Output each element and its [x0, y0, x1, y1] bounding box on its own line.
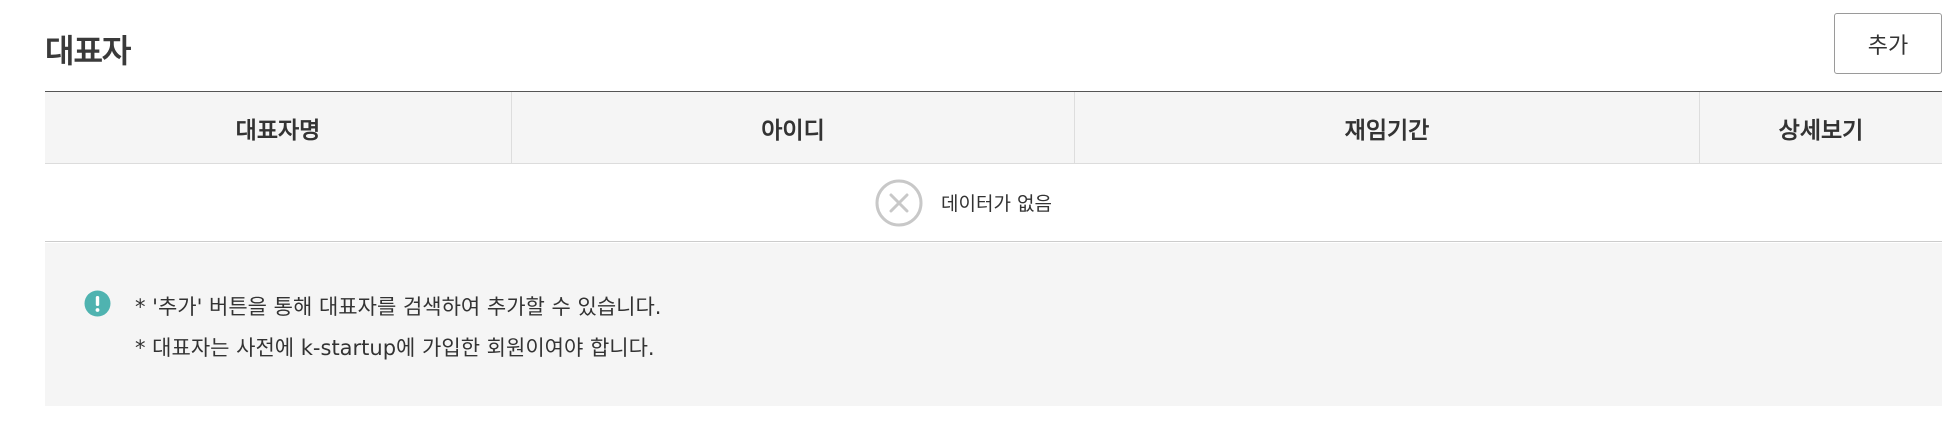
representative-section: 대표자 추가 대표자명 아이디 재임기간 상세보기 데이터가 없음 * '추가'… [0, 0, 1950, 432]
notice-line: * '추가' 버튼을 통해 대표자를 검색하여 추가할 수 있습니다. [135, 295, 662, 319]
notice-lines: * '추가' 버튼을 통해 대표자를 검색하여 추가할 수 있습니다. * 대표… [135, 287, 661, 369]
representative-table: 대표자명 아이디 재임기간 상세보기 데이터가 없음 [45, 91, 1942, 242]
table-header: 대표자명 아이디 재임기간 상세보기 [45, 91, 1942, 164]
empty-row: 데이터가 없음 [45, 164, 1942, 242]
column-header-name: 대표자명 [45, 92, 512, 163]
exclamation-circle-icon [84, 290, 111, 317]
no-data-x-circle-icon [875, 179, 923, 226]
notice-box: * '추가' 버튼을 통해 대표자를 검색하여 추가할 수 있습니다. * 대표… [45, 243, 1942, 406]
column-header-id: 아이디 [512, 92, 1075, 163]
section-title: 대표자 [45, 32, 131, 70]
notice-line: * 대표자는 사전에 k-startup에 가입한 회원이여야 합니다. [135, 336, 655, 360]
add-button[interactable]: 추가 [1834, 13, 1942, 74]
empty-text: 데이터가 없음 [941, 193, 1052, 215]
column-header-detail: 상세보기 [1778, 117, 1864, 144]
column-header-term: 재임기간 [1075, 92, 1700, 163]
